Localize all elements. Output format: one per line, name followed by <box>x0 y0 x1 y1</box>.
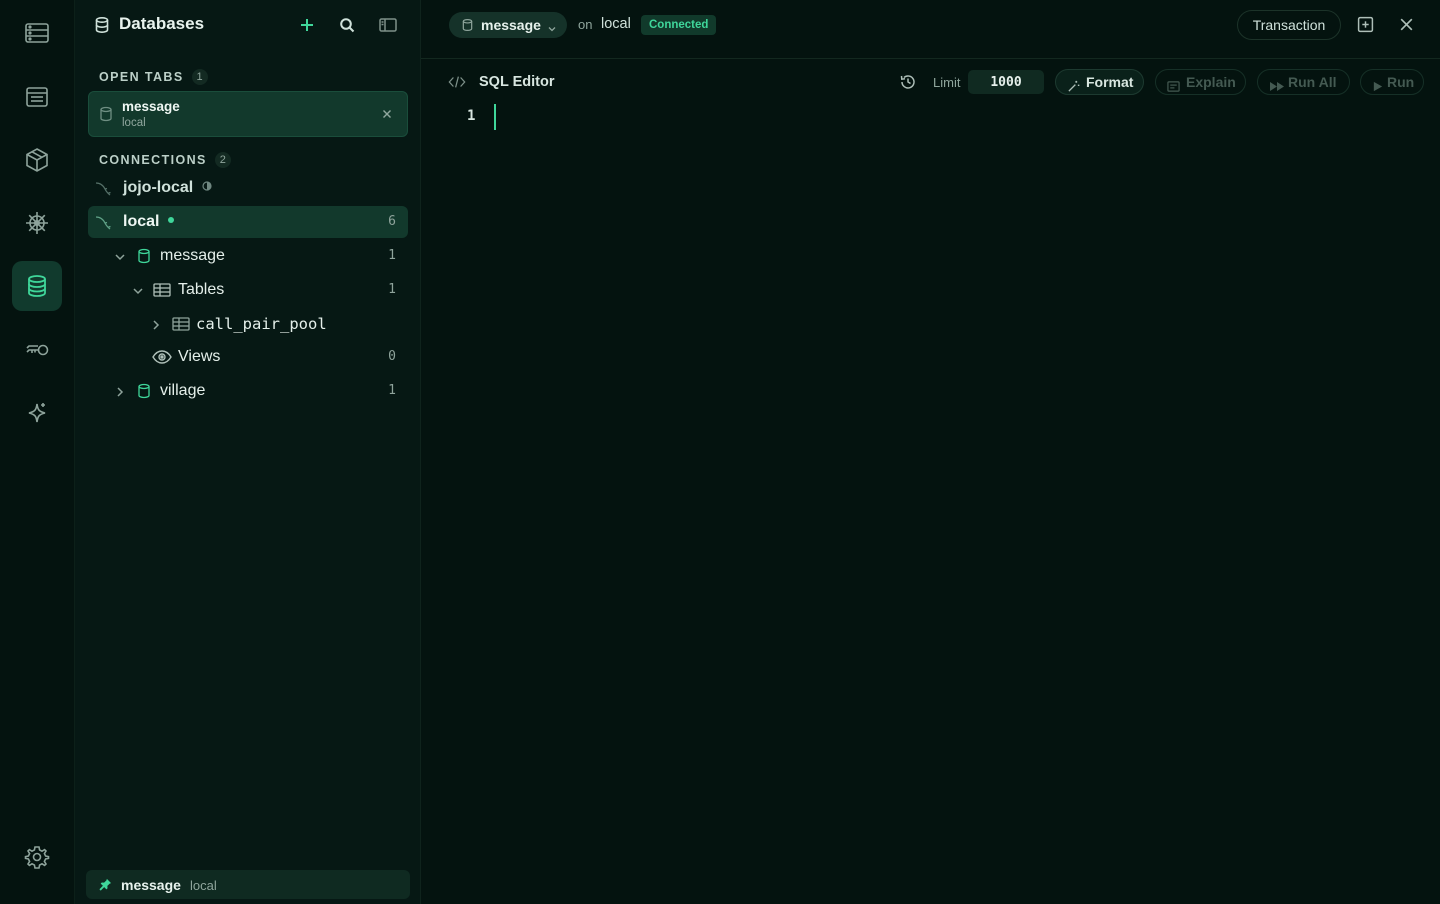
format-label: Format <box>1086 74 1134 90</box>
explain-button[interactable]: Explain <box>1155 69 1246 95</box>
play-icon <box>1372 76 1385 92</box>
pinned-subtitle: local <box>190 878 217 893</box>
partial-status-icon <box>202 181 212 191</box>
run-all-button[interactable]: Run All <box>1257 69 1350 95</box>
connection-item-local[interactable]: local 6 <box>88 206 408 238</box>
format-button[interactable]: Format <box>1055 69 1144 95</box>
main-area: message on local Connected Transaction S… <box>421 0 1440 904</box>
connection-count: 6 <box>388 214 396 229</box>
new-tab-icon[interactable] <box>1357 16 1374 33</box>
sparkle-icon[interactable] <box>12 388 62 438</box>
code-icon <box>448 74 466 90</box>
tree-count: 0 <box>388 349 396 364</box>
table-icon <box>172 316 190 333</box>
connection-name: jojo-local <box>123 179 194 196</box>
sql-editor-area[interactable] <box>421 104 1440 904</box>
open-tab-item[interactable]: message local <box>88 91 408 137</box>
history-icon[interactable] <box>899 73 917 91</box>
tree-item-table-call-pair-pool[interactable]: call_pair_pool <box>88 308 408 340</box>
toggle-panel-icon[interactable] <box>377 14 399 36</box>
document-list-icon[interactable] <box>12 72 62 122</box>
explain-icon <box>1167 76 1180 92</box>
close-icon[interactable] <box>380 107 394 121</box>
on-label: on <box>578 17 593 32</box>
limit-label: Limit <box>933 75 961 90</box>
eye-icon <box>152 349 172 366</box>
database-icon <box>136 383 153 400</box>
connection-label: jojo-local <box>123 179 212 197</box>
open-tab-title: message <box>122 99 180 114</box>
chevron-down-icon[interactable] <box>132 284 144 296</box>
pinned-tab[interactable]: message local <box>86 870 410 899</box>
mysql-dolphin-icon <box>94 214 111 231</box>
database-icon <box>461 18 474 32</box>
fast-forward-icon <box>1269 76 1286 91</box>
chevron-right-icon[interactable] <box>150 318 162 330</box>
tree-item-database-village[interactable]: village 1 <box>88 375 408 407</box>
key-icon[interactable] <box>12 325 62 375</box>
tree-item-database-message[interactable]: message 1 <box>88 240 408 272</box>
chevron-down-icon <box>547 21 557 32</box>
chevron-down-icon[interactable] <box>114 250 126 262</box>
tree-item-views[interactable]: Views 0 <box>88 341 408 373</box>
run-all-label: Run All <box>1288 74 1337 90</box>
package-cube-icon[interactable] <box>12 135 62 185</box>
database-selector[interactable]: message <box>449 12 567 38</box>
text-caret <box>494 104 496 130</box>
connection-item-jojo-local[interactable]: jojo-local <box>88 172 408 204</box>
transaction-button[interactable]: Transaction <box>1237 10 1341 40</box>
run-button[interactable]: Run <box>1360 69 1424 95</box>
icon-rail <box>0 0 75 904</box>
line-number: 1 <box>467 108 476 124</box>
editor-title: SQL Editor <box>479 74 555 90</box>
database-icon <box>98 106 114 122</box>
sidebar: Databases OPEN TABS 1 message local CONNE… <box>75 0 421 904</box>
add-connection-button[interactable] <box>296 14 318 36</box>
tree-label: call_pair_pool <box>196 315 327 333</box>
gear-icon[interactable] <box>12 832 62 882</box>
tree-count: 1 <box>388 282 396 297</box>
connections-title: CONNECTIONS <box>99 153 207 167</box>
limit-input[interactable] <box>968 70 1044 94</box>
explain-label: Explain <box>1186 74 1236 90</box>
table-icon <box>153 282 171 299</box>
connection-label: local <box>123 213 175 231</box>
sidebar-header: Databases <box>75 0 420 50</box>
magic-wand-icon <box>1067 76 1080 92</box>
connection-name: local <box>123 213 160 230</box>
connections-count: 2 <box>214 152 231 168</box>
open-tabs-count: 1 <box>191 69 208 85</box>
open-tabs-title: OPEN TABS <box>99 70 184 84</box>
status-badge: Connected <box>641 15 717 35</box>
helm-wheel-icon[interactable] <box>12 198 62 248</box>
pin-icon <box>99 878 112 891</box>
open-tabs-label: OPEN TABS 1 <box>99 69 208 85</box>
tree-label: village <box>160 382 206 399</box>
tree-label: Views <box>178 348 221 365</box>
top-bar: message on local Connected Transaction <box>421 0 1440 59</box>
tree-item-tables[interactable]: Tables 1 <box>88 274 408 306</box>
connections-label: CONNECTIONS 2 <box>99 152 231 168</box>
servers-icon[interactable] <box>12 8 62 58</box>
connected-dot <box>168 217 175 223</box>
connection-name: local <box>601 16 631 32</box>
mysql-dolphin-icon <box>94 180 111 197</box>
run-label: Run <box>1387 74 1415 90</box>
database-icon[interactable] <box>12 261 62 311</box>
chevron-right-icon[interactable] <box>114 385 126 397</box>
tree-count: 1 <box>388 248 396 263</box>
tree-label: message <box>160 247 225 264</box>
open-tab-subtitle: local <box>122 117 146 129</box>
database-icon <box>136 248 153 265</box>
database-icon <box>93 16 111 34</box>
editor-toolbar: SQL Editor Limit Format Explain Run All <box>421 60 1440 104</box>
tree-count: 1 <box>388 383 396 398</box>
sidebar-title: Databases <box>119 14 205 33</box>
close-icon[interactable] <box>1398 16 1415 33</box>
database-selector-label: message <box>481 17 541 33</box>
tree-label: Tables <box>178 281 225 298</box>
pinned-title: message <box>121 877 181 893</box>
search-icon[interactable] <box>336 14 358 36</box>
